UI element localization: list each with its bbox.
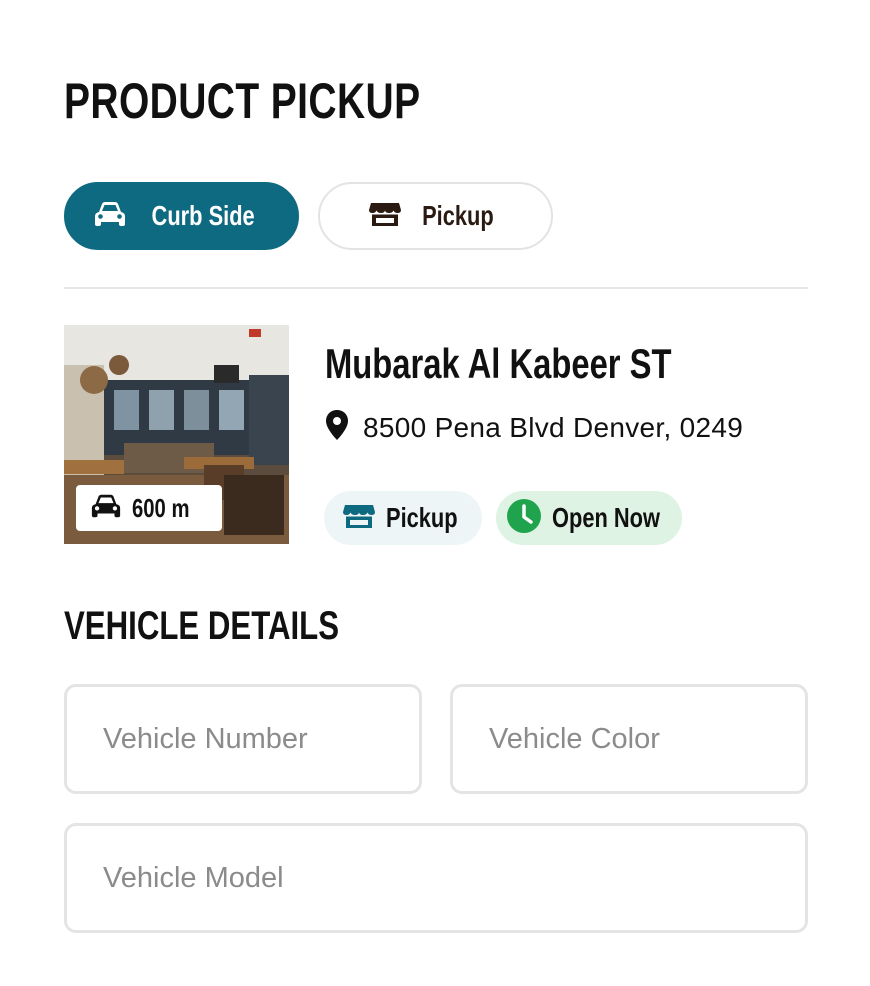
pickup-button[interactable]: Pickup [318, 182, 553, 250]
curb-side-label: Curb Side [151, 200, 256, 231]
store-name: Mubarak Al Kabeer ST [325, 340, 672, 387]
page-title: PRODUCT PICKUP [64, 73, 421, 129]
store-icon [368, 201, 402, 232]
vehicle-number-field[interactable] [64, 684, 422, 794]
pickup-chip-label: Pickup [386, 502, 458, 533]
store-chips: Pickup Open Now [324, 491, 682, 545]
curb-side-button[interactable]: Curb Side [64, 182, 299, 250]
distance-text: 600 m [132, 492, 190, 523]
vehicle-details-title: VEHICLE DETAILS [64, 604, 340, 648]
location-pin-icon [325, 409, 349, 446]
distance-badge: 600 m [76, 485, 222, 531]
open-now-chip: Open Now [496, 491, 682, 545]
clock-icon [506, 498, 542, 539]
open-now-label: Open Now [552, 502, 660, 533]
pickup-label: Pickup [421, 200, 494, 231]
car-icon [90, 493, 122, 524]
store-address: 8500 Pena Blvd Denver, 0249 [325, 409, 743, 446]
divider [64, 287, 808, 289]
vehicle-model-field[interactable] [64, 823, 808, 933]
store-address-text: 8500 Pena Blvd Denver, 0249 [363, 411, 744, 443]
vehicle-number-input[interactable] [103, 687, 419, 791]
store-icon [342, 503, 376, 534]
vehicle-color-field[interactable] [450, 684, 808, 794]
vehicle-color-input[interactable] [489, 687, 805, 791]
car-icon [93, 201, 127, 232]
vehicle-model-input[interactable] [103, 826, 805, 930]
pickup-chip: Pickup [324, 491, 482, 545]
pickup-mode-toggle: Curb Side Pickup [64, 182, 553, 250]
